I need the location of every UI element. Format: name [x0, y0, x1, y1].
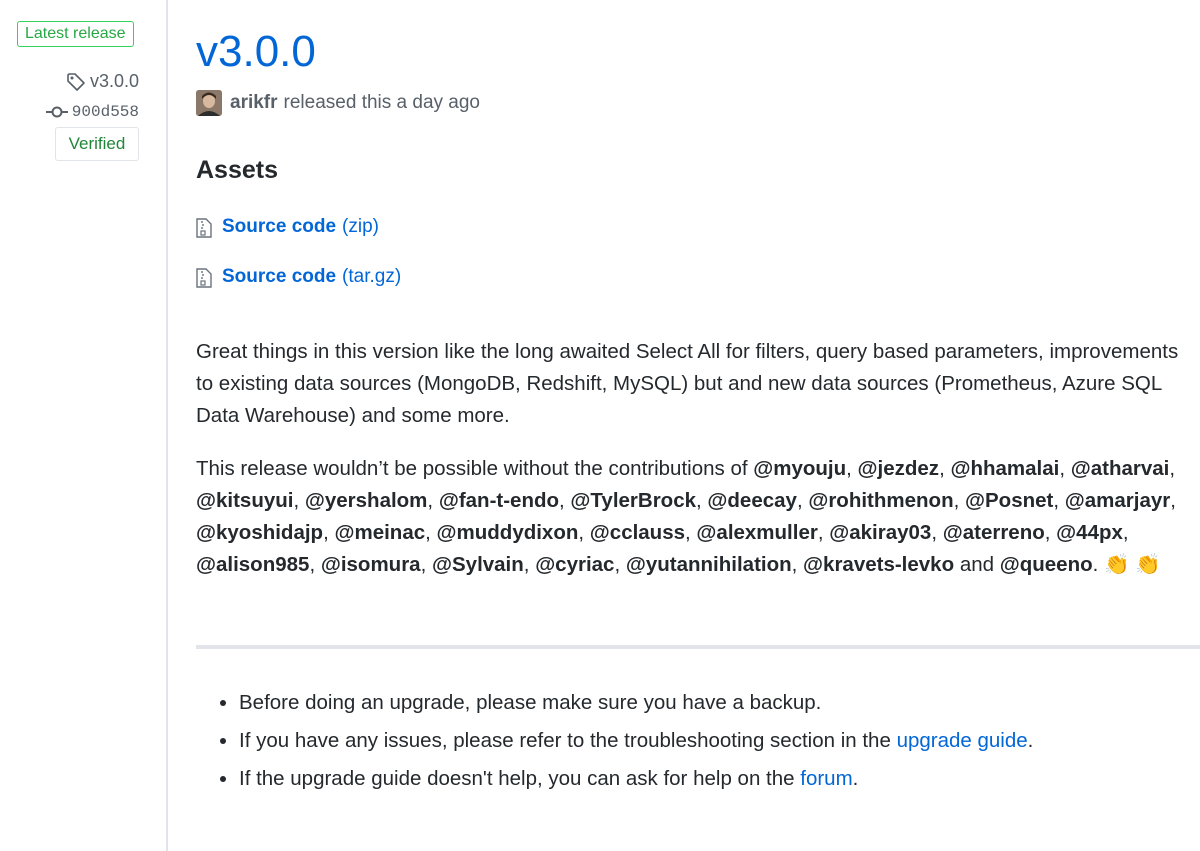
contributor-mention[interactable]: @Posnet — [965, 489, 1053, 512]
contributor-mention[interactable]: @alison985 — [196, 553, 309, 576]
upgrade-notes: Before doing an upgrade, please make sur… — [196, 684, 1033, 798]
contributor-mention[interactable]: @deecay — [707, 489, 797, 512]
asset-zip[interactable]: Source code (zip) — [196, 216, 379, 238]
contributor-mention[interactable]: @amarjayr — [1065, 489, 1170, 512]
list-item: Before doing an upgrade, please make sur… — [239, 684, 1033, 722]
tag-name: v3.0.0 — [89, 71, 139, 91]
contributor-mention[interactable]: @meinac — [334, 521, 425, 544]
contributor-mention[interactable]: @yutannihilation — [626, 553, 792, 576]
release-sidebar: Latest release v3.0.0 900d558 Verified — [0, 0, 168, 851]
contributor-mention[interactable]: @hhamalai — [950, 457, 1059, 480]
upgrade-guide-link[interactable]: upgrade guide — [897, 729, 1028, 752]
contributor-mention[interactable]: @jezdez — [858, 457, 940, 480]
assets-heading: Assets — [196, 156, 278, 184]
released-text: released this a day ago — [283, 92, 480, 113]
contributor-mention[interactable]: @rohithmenon — [808, 489, 953, 512]
contributor-mention[interactable]: @alexmuller — [696, 521, 817, 544]
contributor-mention[interactable]: @TylerBrock — [570, 489, 696, 512]
tag-icon — [67, 72, 85, 91]
contributor-mention[interactable]: @akiray03 — [829, 521, 931, 544]
contributor-mention[interactable]: @isomura — [321, 553, 421, 576]
forum-link[interactable]: forum — [800, 767, 852, 790]
contributor-mention[interactable]: @queeno — [1000, 553, 1093, 576]
section-divider — [196, 645, 1200, 649]
asset-format: (tar.gz) — [342, 266, 402, 287]
commit-icon — [45, 106, 68, 118]
asset-label: Source code — [222, 266, 337, 287]
avatar[interactable] — [196, 90, 222, 116]
contributor-mention[interactable]: @muddydixon — [437, 521, 579, 544]
asset-label: Source code — [222, 216, 337, 237]
commit-sha: 900d558 — [71, 103, 139, 121]
release-intro: Great things in this version like the lo… — [196, 340, 1179, 427]
contributor-mention[interactable]: @fan-t-endo — [439, 489, 559, 512]
release-meta: arikfr released this a day ago — [196, 90, 480, 116]
list-item: If you have any issues, please refer to … — [239, 722, 1033, 760]
author-link[interactable]: arikfr — [230, 92, 278, 114]
clap-emoji: 👏 👏 — [1104, 553, 1161, 576]
asset-targz[interactable]: Source code (tar.gz) — [196, 266, 401, 288]
and-word: and — [959, 553, 995, 576]
contributor-mention[interactable]: @kravets-levko — [803, 553, 954, 576]
asset-format: (zip) — [342, 216, 379, 237]
contributor-mention[interactable]: @yershalom — [305, 489, 428, 512]
release-thanks: This release wouldn’t be possible withou… — [196, 457, 1176, 576]
file-zip-icon — [196, 268, 212, 288]
tag-link[interactable]: v3.0.0 — [66, 71, 139, 92]
latest-release-badge[interactable]: Latest release — [17, 21, 134, 47]
contributor-mention[interactable]: @cclauss — [590, 521, 685, 544]
commit-link[interactable]: 900d558 — [45, 103, 139, 121]
thanks-prefix: This release wouldn’t be possible withou… — [196, 457, 748, 480]
file-zip-icon — [196, 218, 212, 238]
contributor-mention[interactable]: @44px — [1056, 521, 1123, 544]
release-title[interactable]: v3.0.0 — [196, 26, 316, 78]
contributor-mention[interactable]: @kitsuyui — [196, 489, 293, 512]
contributor-mention[interactable]: @aterreno — [943, 521, 1045, 544]
list-item: If the upgrade guide doesn't help, you c… — [239, 760, 1033, 798]
contributor-mention[interactable]: @myouju — [753, 457, 846, 480]
contributor-mention[interactable]: @kyoshidajp — [196, 521, 323, 544]
contributor-mention[interactable]: @Sylvain — [432, 553, 524, 576]
verified-badge[interactable]: Verified — [55, 127, 139, 161]
contributor-mention[interactable]: @atharvai — [1071, 457, 1170, 480]
contributor-mention[interactable]: @cyriac — [535, 553, 614, 576]
